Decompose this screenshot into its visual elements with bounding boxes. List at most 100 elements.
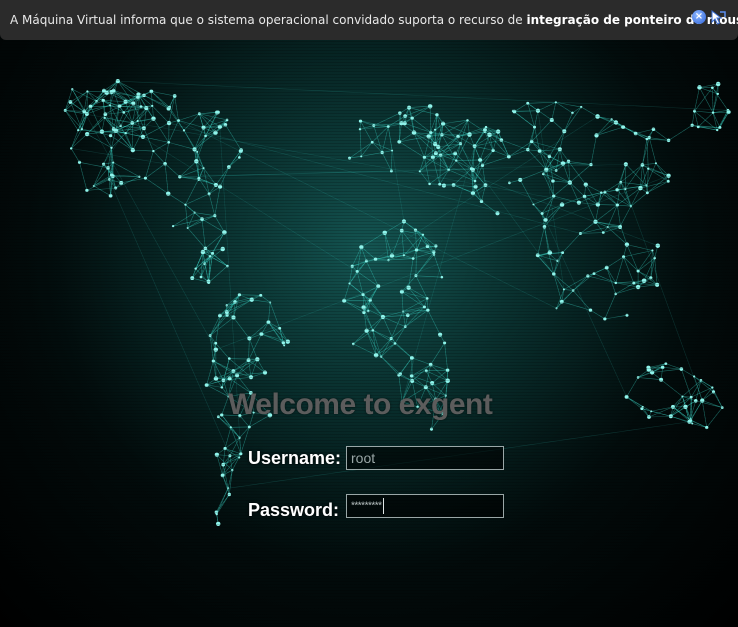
network-node (215, 513, 218, 516)
network-node (554, 169, 558, 172)
network-node (443, 341, 447, 345)
network-node (163, 161, 167, 166)
network-node (589, 162, 593, 167)
network-node (351, 342, 355, 346)
network-node (220, 246, 225, 252)
network-node (424, 369, 428, 373)
password-field[interactable]: ********* (346, 494, 504, 518)
mouse-pointer-icon[interactable] (710, 9, 726, 25)
network-node (726, 108, 730, 112)
network-node (358, 119, 363, 123)
network-node (432, 250, 436, 254)
network-node (606, 226, 609, 229)
network-node (711, 386, 714, 389)
network-node (511, 109, 515, 113)
network-node (473, 184, 478, 189)
network-node (532, 203, 535, 206)
network-node (645, 137, 649, 141)
username-field[interactable]: root (346, 446, 504, 470)
network-node (214, 452, 219, 457)
network-node (380, 150, 384, 155)
network-node (391, 149, 394, 152)
network-node (619, 180, 623, 184)
network-node (651, 127, 656, 132)
network-node (168, 105, 172, 109)
network-node (84, 131, 90, 137)
network-node (705, 425, 709, 430)
network-node (259, 332, 264, 337)
network-node (216, 415, 220, 419)
network-node (433, 128, 437, 131)
network-node (559, 202, 565, 207)
network-node (231, 468, 234, 472)
network-node (508, 181, 511, 185)
network-node (108, 193, 113, 198)
network-node (562, 288, 565, 291)
network-node (715, 128, 719, 132)
network-node (537, 149, 542, 153)
network-node (402, 121, 407, 126)
network-node (711, 390, 716, 394)
network-node (233, 300, 237, 304)
network-node (549, 117, 554, 123)
network-node (111, 174, 115, 178)
network-node (348, 156, 352, 160)
username-value: root (351, 450, 376, 466)
network-node (410, 378, 415, 383)
network-node (398, 111, 402, 115)
network-node (403, 114, 407, 118)
notification-text-prefix: A Máquina Virtual informa que o sistema … (10, 13, 527, 27)
password-value: ********* (351, 500, 382, 512)
network-node (204, 134, 207, 138)
network-node (227, 165, 231, 169)
network-node (576, 200, 582, 205)
network-node (201, 125, 206, 130)
network-node (559, 299, 564, 304)
network-node (456, 134, 460, 139)
network-node (666, 179, 670, 183)
network-node (143, 176, 147, 180)
network-node (426, 308, 430, 312)
network-node (647, 167, 650, 170)
network-node (592, 272, 596, 276)
network-node (373, 352, 379, 358)
notification-text-bold: integração de ponteiro de mouse (526, 13, 738, 27)
network-node (480, 163, 485, 167)
network-node (184, 203, 187, 206)
network-node (429, 130, 433, 134)
network-node (659, 377, 664, 382)
network-node (123, 99, 128, 104)
network-node (382, 230, 388, 235)
network-node (506, 154, 511, 159)
network-node (451, 183, 456, 187)
network-node (221, 378, 226, 383)
network-node (207, 192, 211, 196)
network-node (691, 422, 694, 425)
network-node (629, 205, 633, 208)
network-node (557, 147, 562, 152)
world-network-map (0, 0, 738, 627)
network-node (636, 376, 640, 379)
network-node (666, 173, 671, 178)
network-node (192, 147, 197, 152)
network-node (190, 276, 195, 281)
network-node (220, 473, 225, 478)
network-node (601, 231, 605, 235)
network-node (651, 249, 654, 252)
network-node (594, 133, 599, 138)
network-node (217, 124, 222, 130)
network-node (151, 116, 156, 121)
network-node (103, 116, 106, 119)
network-node (635, 284, 641, 290)
network-node (533, 125, 537, 129)
network-node (455, 159, 458, 162)
close-icon[interactable]: × (692, 10, 706, 24)
network-node (689, 419, 693, 422)
network-node (142, 93, 146, 98)
vm-screen[interactable]: A Máquina Virtual informa que o sistema … (0, 0, 738, 627)
network-node (613, 120, 619, 125)
network-node (203, 262, 206, 265)
network-node (582, 194, 587, 199)
network-node (425, 297, 429, 300)
network-node (348, 282, 351, 285)
